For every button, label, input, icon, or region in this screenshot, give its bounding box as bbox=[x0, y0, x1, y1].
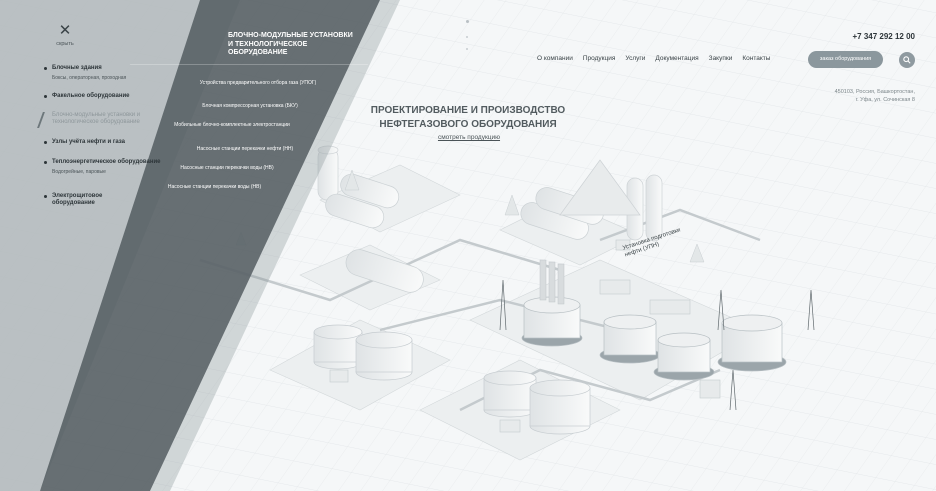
panel-title: БЛОЧНО-МОДУЛЬНЫЕ УСТАНОВКИ И ТЕХНОЛОГИЧЕ… bbox=[228, 32, 353, 56]
panel-divider bbox=[129, 64, 369, 65]
sidebar-item-label: Узлы учёта нефти и газа bbox=[44, 139, 174, 146]
nav-products[interactable]: Продукция bbox=[583, 55, 616, 62]
category-sidebar: ✕ скрыть Блочные здания Боксы, операторн… bbox=[0, 0, 200, 491]
submenu-item-power-stations[interactable]: Мобильные блочно-комплектные электростан… bbox=[172, 122, 292, 129]
close-icon[interactable]: ✕ bbox=[52, 23, 78, 38]
sidebar-item-subtitle: Водогрейные, паровые bbox=[52, 169, 106, 175]
submenu-item-water-pumps[interactable]: Насосные станции перекачки воды (НВ) bbox=[162, 165, 292, 172]
submenu-item-oil-pumps[interactable]: Насосные станции перекачки нефти (НН) bbox=[175, 146, 315, 153]
nav-documentation[interactable]: Документация bbox=[655, 55, 698, 62]
close-sidebar-button[interactable]: ✕ скрыть bbox=[52, 23, 78, 47]
nav-services[interactable]: Услуги bbox=[625, 55, 645, 62]
address-line: 450103, Россия, Башкортостан, bbox=[834, 89, 915, 95]
scroll-dot bbox=[466, 48, 468, 50]
sidebar-item-label: Факельное оборудование bbox=[44, 93, 174, 100]
search-icon bbox=[903, 56, 911, 64]
submenu-item-bku[interactable]: Блочная компрессорная установка (БКУ) bbox=[190, 103, 310, 110]
sidebar-item-subtitle: Боксы, операторная, проходная bbox=[52, 75, 127, 81]
sidebar-item-label: Блочные здания bbox=[44, 65, 174, 72]
sidebar-item-heat-power[interactable]: Теплоэнергетическое оборудование Водогре… bbox=[44, 159, 174, 175]
hero-title-line: НЕФТЕГАЗОВОГО ОБОРУДОВАНИЯ bbox=[379, 119, 557, 130]
phone-number[interactable]: +7 347 292 12 00 bbox=[852, 32, 915, 41]
sidebar-item-flare-equipment[interactable]: Факельное оборудование bbox=[44, 93, 174, 100]
scroll-dot bbox=[466, 20, 469, 23]
main-nav: О компании Продукция Услуги Документация… bbox=[537, 55, 770, 62]
nav-procurement[interactable]: Закупки bbox=[709, 55, 733, 62]
scroll-dot bbox=[466, 36, 468, 38]
order-equipment-button[interactable]: заказ оборудования bbox=[808, 51, 883, 68]
sidebar-item-block-buildings[interactable]: Блочные здания Боксы, операторная, прохо… bbox=[44, 65, 174, 81]
hero-title-line: ПРОЕКТИРОВАНИЕ И ПРОИЗВОДСТВО bbox=[370, 105, 566, 116]
submenu-item-water-pumps-2[interactable]: Насосные станции перекачки воды (НВ) bbox=[152, 184, 277, 191]
close-label: скрыть bbox=[56, 41, 74, 47]
address-line: г. Уфа, ул. Сочинская 8 bbox=[855, 96, 915, 103]
view-products-link[interactable]: смотреть продукцию bbox=[430, 134, 508, 141]
sidebar-item-label: Теплоэнергетическое оборудование bbox=[44, 159, 174, 166]
hero-title: ПРОЕКТИРОВАНИЕ И ПРОИЗВОДСТВО НЕФТЕГАЗОВ… bbox=[360, 104, 576, 132]
sidebar-item-modular-units[interactable]: Блочно-модульные установки и технологиче… bbox=[44, 112, 174, 126]
nav-contacts[interactable]: Контакты bbox=[742, 55, 770, 62]
search-button[interactable] bbox=[899, 52, 915, 68]
nav-about[interactable]: О компании bbox=[537, 55, 573, 62]
sidebar-item-label: Блочно-модульные установки и технологиче… bbox=[52, 112, 141, 125]
sidebar-item-switchgear[interactable]: Электрощитовое оборудование bbox=[44, 193, 124, 207]
sidebar-item-metering-units[interactable]: Узлы учёта нефти и газа bbox=[44, 139, 174, 146]
submenu-item-upog[interactable]: Устройства предварительного отбора газа … bbox=[198, 80, 318, 87]
address: 450103, Россия, Башкортостан, г. Уфа, ул… bbox=[775, 89, 915, 104]
sidebar-item-label: Электрощитовое оборудование bbox=[44, 193, 124, 207]
